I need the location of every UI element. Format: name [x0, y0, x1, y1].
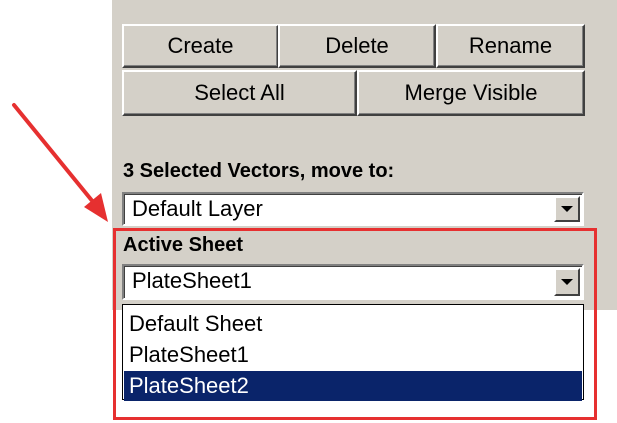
rename-button[interactable]: Rename: [436, 24, 585, 68]
annotation-highlight-box: [113, 228, 597, 420]
delete-button[interactable]: Delete: [278, 24, 436, 68]
move-to-label: 3 Selected Vectors, move to:: [123, 160, 395, 182]
create-button[interactable]: Create: [122, 24, 279, 68]
chevron-down-icon[interactable]: [554, 196, 580, 222]
merge-visible-button[interactable]: Merge Visible: [357, 70, 585, 116]
move-to-layer-select[interactable]: Default Layer: [122, 192, 584, 226]
select-all-button[interactable]: Select All: [122, 70, 357, 116]
move-to-layer-value: Default Layer: [132, 196, 263, 221]
